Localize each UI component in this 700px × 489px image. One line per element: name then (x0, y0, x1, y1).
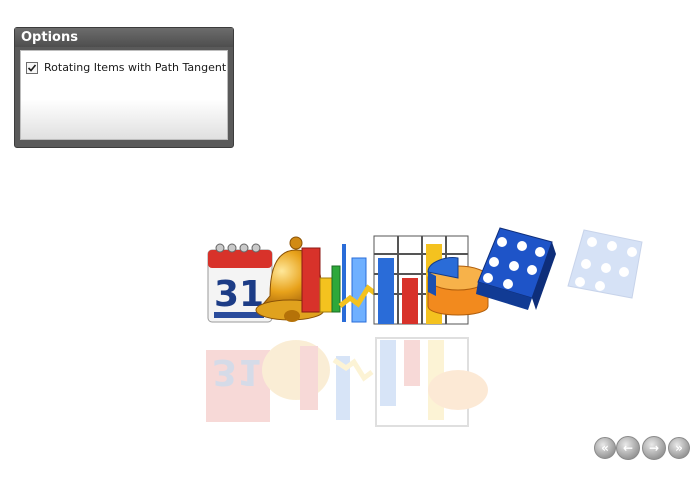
double-left-icon: « (601, 441, 609, 455)
dice-icon[interactable] (470, 224, 560, 314)
left-arrow-icon: ← (622, 441, 634, 455)
svg-text:31: 31 (212, 351, 262, 392)
next-button[interactable]: → (642, 436, 666, 460)
last-button[interactable]: » (668, 437, 690, 459)
first-button[interactable]: « (594, 437, 616, 459)
carousel-reflection: 31 (206, 337, 488, 427)
carousel: 31 31 (0, 0, 700, 489)
dice-faded-icon[interactable] (562, 224, 652, 314)
double-right-icon: » (675, 441, 683, 455)
right-arrow-icon: → (648, 441, 660, 455)
previous-button[interactable]: ← (616, 436, 640, 460)
